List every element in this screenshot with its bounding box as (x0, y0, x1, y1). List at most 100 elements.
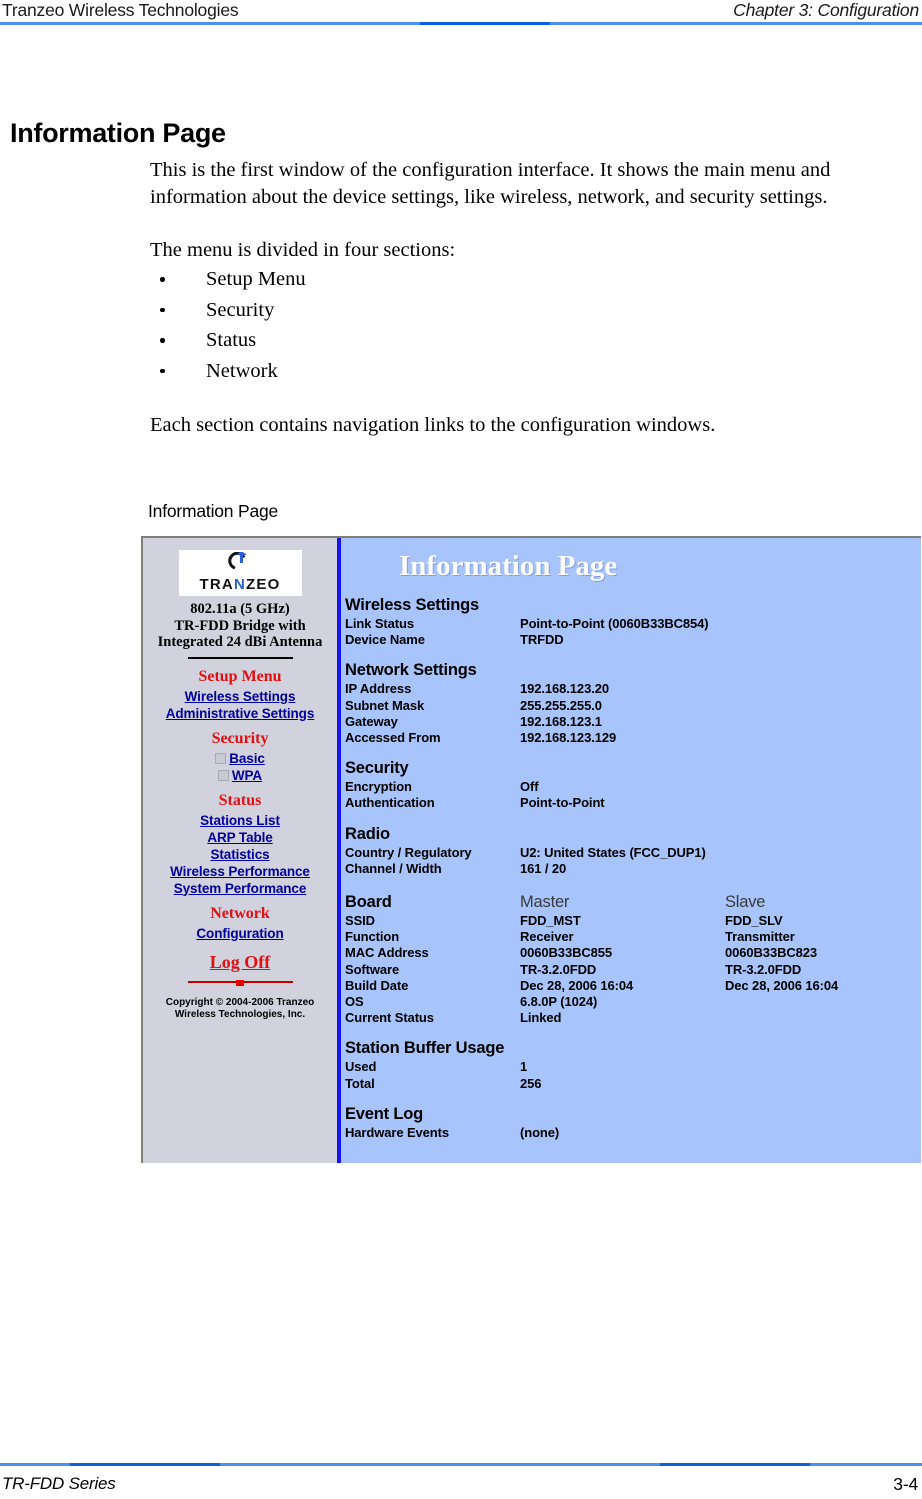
row-value: Point-to-Point (0060B33BC854) (520, 616, 709, 631)
row-value: Point-to-Point (520, 795, 605, 811)
sidebar-item-wireless-settings[interactable]: Wireless Settings (143, 688, 337, 705)
log-off-button[interactable]: Log Off (210, 952, 271, 973)
row-label: Software (345, 961, 400, 977)
checkbox-icon[interactable] (215, 752, 227, 764)
section-heading-board: Board (345, 893, 392, 912)
closing-paragraph: Each section contains navigation links t… (150, 414, 716, 436)
sidebar-item-stations-list[interactable]: Stations List (143, 812, 337, 829)
bullet-dot-icon (160, 338, 165, 343)
section-heading-network-settings: Network Settings (345, 661, 477, 680)
section-heading-security: Security (345, 759, 409, 778)
table-row: Link Status Point-to-Point (0060B33BC854… (345, 616, 921, 632)
row-value-master: TR-3.2.0FDD (520, 961, 597, 977)
row-label: Total (345, 1075, 375, 1091)
list-item-label: Status (206, 329, 257, 351)
sidebar-divider (187, 656, 293, 659)
figure-caption: Information Page (148, 501, 279, 521)
table-row: Encryption Off (345, 779, 921, 795)
section-heading-wireless-settings: Wireless Settings (345, 596, 479, 614)
row-label: Subnet Mask (345, 697, 425, 713)
row-label: Encryption (345, 779, 412, 795)
device-desc-line-1: 802.11a (5 GHz) (190, 601, 290, 617)
row-value-master: Receiver (520, 929, 574, 945)
row-value: (none) (520, 1124, 560, 1140)
checkbox-icon[interactable] (217, 769, 229, 781)
row-value: 192.168.123.20 (520, 681, 609, 697)
row-label: Function (345, 929, 400, 945)
bullet-dot-icon (160, 307, 165, 313)
menu-sections-list: Setup Menu Security Status Network (150, 264, 922, 386)
row-label: Accessed From (345, 730, 441, 746)
sidebar-group-setup-menu: Setup Menu (198, 667, 282, 685)
row-label: Device Name (345, 632, 425, 648)
table-row: Channel / Width 161 / 20 (345, 861, 921, 877)
sidebar-group-security: Security (211, 729, 269, 747)
tranzeo-swoosh-icon (228, 552, 247, 570)
logo-text-n: N (233, 576, 247, 593)
sidebar-item-configuration[interactable]: Configuration (143, 925, 337, 942)
row-value-master: 6.8.0P (1024) (520, 994, 598, 1010)
sidebar-item-administrative-settings[interactable]: Administrative Settings (143, 705, 337, 722)
embedded-app-screenshot: TRANZEO 802.11a (5 GHz) TR-FDD Bridge wi… (141, 536, 921, 1163)
page-title: Information Page (10, 118, 226, 148)
row-label: SSID (345, 913, 375, 929)
tranzeo-wordmark: TRANZEO (179, 577, 302, 593)
table-row: Country / Regulatory U2: United States (… (345, 845, 921, 861)
table-row: Software TR-3.2.0FDD TR-3.2.0FDD (345, 962, 921, 978)
device-description: 802.11a (5 GHz) TR-FDD Bridge with Integ… (143, 601, 337, 651)
row-label: Current Status (345, 1010, 434, 1026)
table-row: Subnet Mask 255.255.255.0 (345, 698, 921, 714)
footer-rule-segment-pale (220, 1463, 660, 1466)
row-value-slave: TR-3.2.0FDD (725, 961, 802, 977)
row-value-master: 0060B33BC855 (520, 945, 613, 961)
sidebar-item-wpa[interactable]: WPA (143, 767, 337, 784)
footer-rule-segment-right (810, 1463, 922, 1466)
sidebar-item-label: WPA (231, 767, 263, 783)
table-row: IP Address 192.168.123.20 (345, 681, 921, 697)
list-item-label: Security (206, 298, 275, 321)
header-right-text: Chapter 3: Configuration (733, 0, 919, 20)
footer-left-text: TR-FDD Series (2, 1474, 116, 1493)
row-value-slave: FDD_SLV (725, 913, 783, 929)
row-label: Used (345, 1059, 377, 1075)
row-value: TRFDD (520, 632, 564, 648)
table-row: SSID FDD_MST FDD_SLV (345, 913, 921, 929)
header-rule-segment-right (550, 22, 922, 25)
device-desc-line-2: TR-FDD Bridge with (174, 617, 306, 634)
row-value: 192.168.123.1 (520, 713, 602, 729)
logo-text-after: ZEO (246, 576, 281, 593)
row-label: Link Status (345, 616, 414, 631)
table-row: Device Name TRFDD (345, 632, 921, 648)
device-desc-line-3: Integrated 24 dBi Antenna (157, 634, 323, 650)
table-row: Authentication Point-to-Point (345, 795, 921, 811)
footer-page-number: 3-4 (893, 1474, 918, 1494)
sidebar-item-system-performance[interactable]: System Performance (143, 880, 337, 897)
page-footer: TR-FDD Series 3-4 (0, 1474, 922, 1499)
sidebar-item-arp-table[interactable]: ARP Table (143, 829, 337, 846)
sidebar-item-label: Basic (229, 750, 265, 766)
row-value-slave: 0060B33BC823 (725, 945, 818, 961)
copyright-text: Copyright © 2004-2006 Tranzeo Wireless T… (165, 996, 315, 1020)
bullet-dot-icon (160, 277, 165, 282)
header-left-text: Tranzeo Wireless Technologies (2, 0, 239, 20)
row-value-slave: Dec 28, 2006 16:04 (725, 977, 839, 993)
row-label: Gateway (345, 713, 398, 729)
table-row: OS 6.8.0P (1024) (345, 994, 921, 1010)
row-value: 1 (520, 1059, 528, 1075)
footer-rule-segment-left (0, 1463, 70, 1466)
list-item: Status (150, 325, 922, 356)
header-rule (0, 22, 922, 25)
row-label: Hardware Events (345, 1124, 449, 1140)
footer-rule-segment-mid-2 (660, 1463, 810, 1466)
row-value-master: FDD_MST (520, 913, 581, 929)
row-value-master: Dec 28, 2006 16:04 (520, 977, 634, 993)
sidebar-item-basic[interactable]: Basic (143, 750, 337, 767)
app-main-panel: Information Page Wireless Settings Link … (341, 538, 921, 1163)
table-row: MAC Address 0060B33BC855 0060B33BC823 (345, 945, 921, 961)
sidebar-item-statistics[interactable]: Statistics (143, 846, 337, 863)
row-label: Country / Regulatory (345, 844, 472, 860)
table-row: Hardware Events (none) (345, 1125, 921, 1141)
sidebar-item-wireless-performance[interactable]: Wireless Performance (143, 863, 337, 880)
page-header: Tranzeo Wireless Technologies Chapter 3:… (0, 0, 922, 30)
row-label: Build Date (345, 977, 409, 993)
